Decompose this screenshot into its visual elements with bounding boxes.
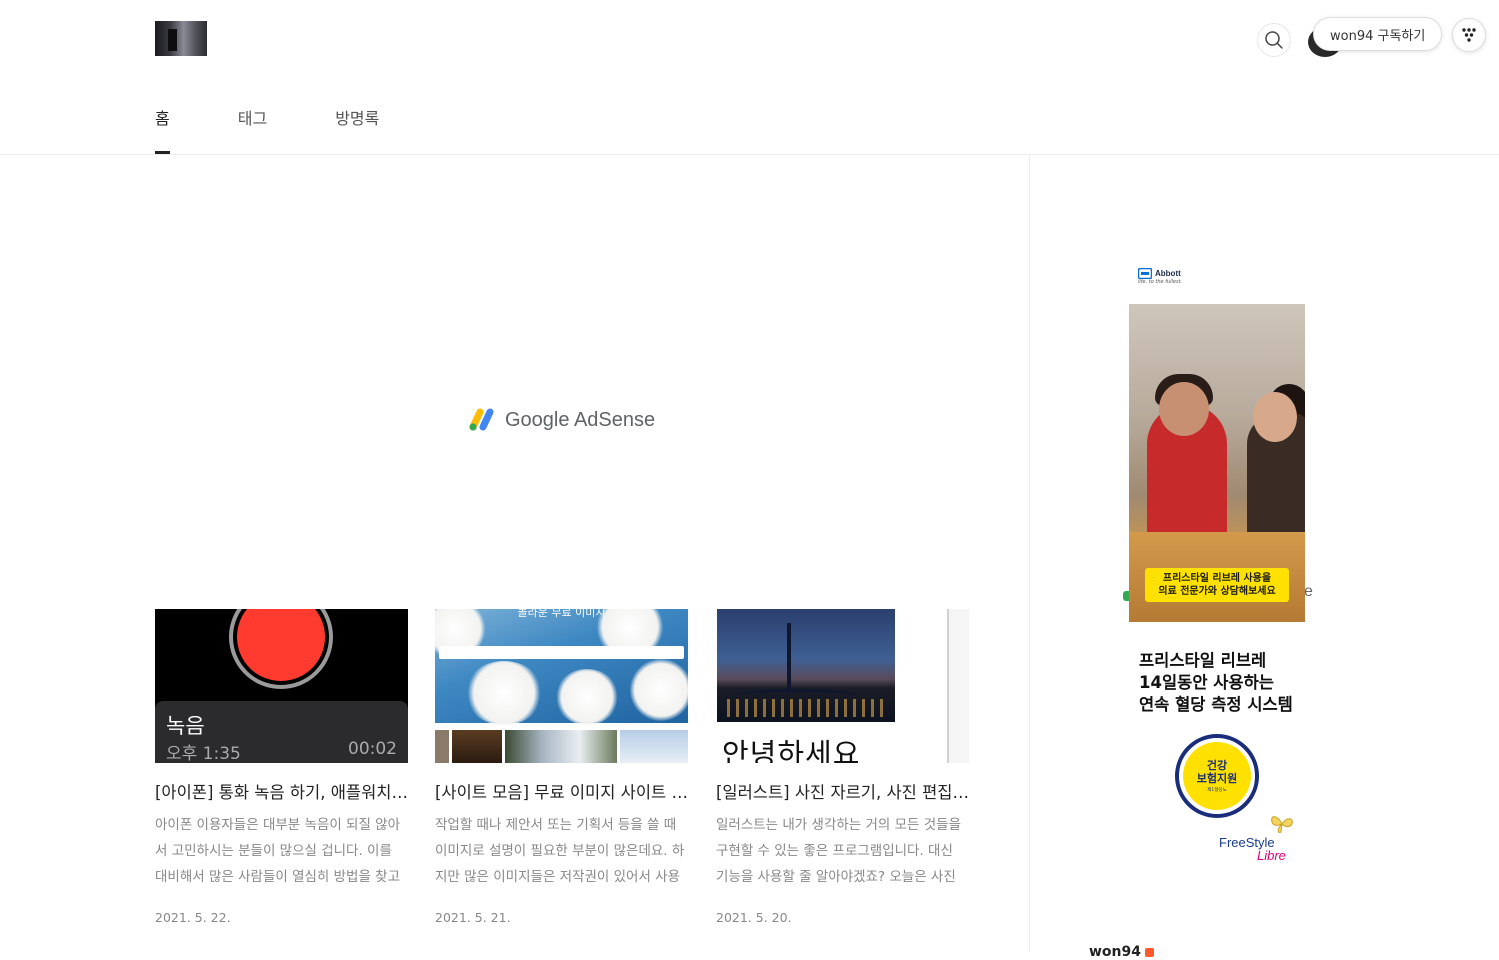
new-badge-icon bbox=[1145, 948, 1155, 957]
ad-headline-line: 프리스타일 리브레 bbox=[1139, 651, 1267, 670]
subscribe-button[interactable]: won94 구독하기 bbox=[1313, 17, 1443, 51]
ad-photo[interactable]: 프리스타일 리브레 사용을 의료 전문가와 상담해보세요 bbox=[1129, 304, 1305, 622]
flower-image bbox=[630, 659, 688, 721]
city-lights bbox=[727, 699, 887, 717]
butterfly-icon bbox=[1271, 816, 1293, 833]
menu-button[interactable] bbox=[1452, 18, 1486, 52]
nav-guestbook[interactable]: 방명록 bbox=[335, 105, 379, 155]
sidebar-blog-name-text: won94 bbox=[1089, 944, 1142, 960]
flower-image bbox=[465, 661, 543, 725]
post-date: 2021. 5. 20. bbox=[716, 910, 792, 925]
post-summary: 아이폰 이용자들은 대부분 녹음이 되질 않아서 고민하시는 분들이 많으실 겁… bbox=[155, 817, 401, 885]
ad-seal-text: 보험지원 bbox=[1196, 772, 1238, 785]
post-thumbnail[interactable]: 놀라운 무료 이미지 bbox=[435, 609, 688, 763]
ad-headline: 프리스타일 리브레 14일동안 사용하는 연속 혈당 측정 시스템 bbox=[1139, 650, 1293, 716]
post-date: 2021. 5. 21. bbox=[435, 910, 511, 925]
ad-person bbox=[1159, 382, 1209, 436]
tower-shape bbox=[787, 623, 791, 693]
ad-seal-text: 제1형당뇨 bbox=[1207, 788, 1227, 793]
recording-time: 오후 1:35 bbox=[166, 744, 241, 763]
adsense-logo-icon bbox=[469, 408, 494, 431]
thumbnail-photo bbox=[717, 609, 895, 722]
ad-seal-text: 건강 bbox=[1206, 759, 1228, 772]
search-icon bbox=[1265, 31, 1283, 49]
search-button[interactable] bbox=[1257, 23, 1291, 57]
adsense-label: Google AdSense bbox=[505, 408, 656, 431]
ad-seal-badge: 건강 보험지원 제1형당뇨 bbox=[1175, 734, 1259, 818]
post-thumbnail[interactable]: 녹음 오후 1:35 00:02 bbox=[155, 609, 408, 763]
thumbnail-strip bbox=[435, 730, 449, 763]
blog-logo[interactable] bbox=[155, 21, 207, 56]
post-card[interactable]: 안녕하세요 [일러스트] 사진 자르기, 사진 편집하는 방법 일러스트는 내가… bbox=[716, 609, 969, 925]
thumbnail-strip bbox=[620, 730, 688, 763]
thumbnail-searchbar bbox=[439, 646, 684, 659]
ad-brand: Abbott bbox=[1138, 268, 1305, 279]
thumbnail-edge bbox=[947, 609, 969, 763]
post-title[interactable]: [일러스트] 사진 자르기, 사진 편집하는 방법 bbox=[716, 779, 969, 803]
flower-image bbox=[555, 669, 619, 725]
post-summary: 작업할 때나 제안서 또는 기획서 등을 쓸 때 이미지로 설명이 필요한 부분… bbox=[435, 817, 685, 885]
post-card[interactable]: 놀라운 무료 이미지 [사이트 모음] 무료 이미지 사이트 추천 작업할 때나… bbox=[435, 609, 688, 925]
ad-tagline: life. to the fullest. bbox=[1138, 279, 1183, 285]
ad-headline-line: 연속 혈당 측정 시스템 bbox=[1139, 695, 1293, 714]
ad-banner: 프리스타일 리브레 사용을 의료 전문가와 상담해보세요 bbox=[1145, 568, 1289, 602]
ad-edge-letter: e bbox=[1304, 583, 1313, 600]
post-title[interactable]: [사이트 모음] 무료 이미지 사이트 추천 bbox=[435, 779, 688, 803]
post-title[interactable]: [아이폰] 통화 녹음 하기, 애플워치로 통화 녹음하는 방법 bbox=[155, 779, 408, 803]
main-nav: 홈 태그 방명록 bbox=[155, 105, 447, 155]
ad-product-name: Libre bbox=[1257, 848, 1286, 863]
ad-person bbox=[1253, 392, 1297, 442]
thumbnail-text: 안녕하세요 bbox=[722, 737, 861, 763]
post-thumbnail[interactable]: 안녕하세요 bbox=[716, 609, 969, 763]
ad-headline-line: 14일동안 사용하는 bbox=[1139, 673, 1274, 692]
nav-tag[interactable]: 태그 bbox=[238, 105, 267, 155]
post-summary: 일러스트는 내가 생각하는 거의 모든 것들을 구현할 수 있는 좋은 프로그램… bbox=[716, 817, 962, 885]
adsense-placeholder: Google AdSense bbox=[468, 407, 655, 433]
nav-home[interactable]: 홈 bbox=[155, 105, 170, 155]
sidebar-ad[interactable]: Abbott life. to the fullest. 프리스타일 리브레 사… bbox=[1129, 268, 1305, 862]
recording-label: 녹음 bbox=[166, 714, 205, 738]
ad-banner-line: 프리스타일 리브레 사용을 bbox=[1162, 573, 1272, 584]
sidebar-divider bbox=[1029, 155, 1030, 952]
dots-menu-icon bbox=[1462, 28, 1476, 42]
post-card[interactable]: 녹음 오후 1:35 00:02 [아이폰] 통화 녹음 하기, 애플워치로 통… bbox=[155, 609, 408, 925]
header-divider bbox=[0, 154, 1499, 155]
thumbnail-strip bbox=[505, 730, 617, 763]
thumbnail-strip bbox=[452, 730, 502, 763]
recording-duration: 00:02 bbox=[348, 739, 397, 759]
post-date: 2021. 5. 22. bbox=[155, 910, 231, 925]
sidebar-blog-name[interactable]: won94 bbox=[1089, 944, 1155, 960]
ad-brand-name: Abbott bbox=[1155, 269, 1181, 278]
thumbnail-heading: 놀라운 무료 이미지 bbox=[517, 609, 606, 619]
ad-banner-line: 의료 전문가와 상담해보세요 bbox=[1158, 586, 1276, 597]
abbott-logo-icon bbox=[1138, 268, 1152, 279]
ad-product-logo: FreeStyle Libre bbox=[1219, 836, 1286, 862]
